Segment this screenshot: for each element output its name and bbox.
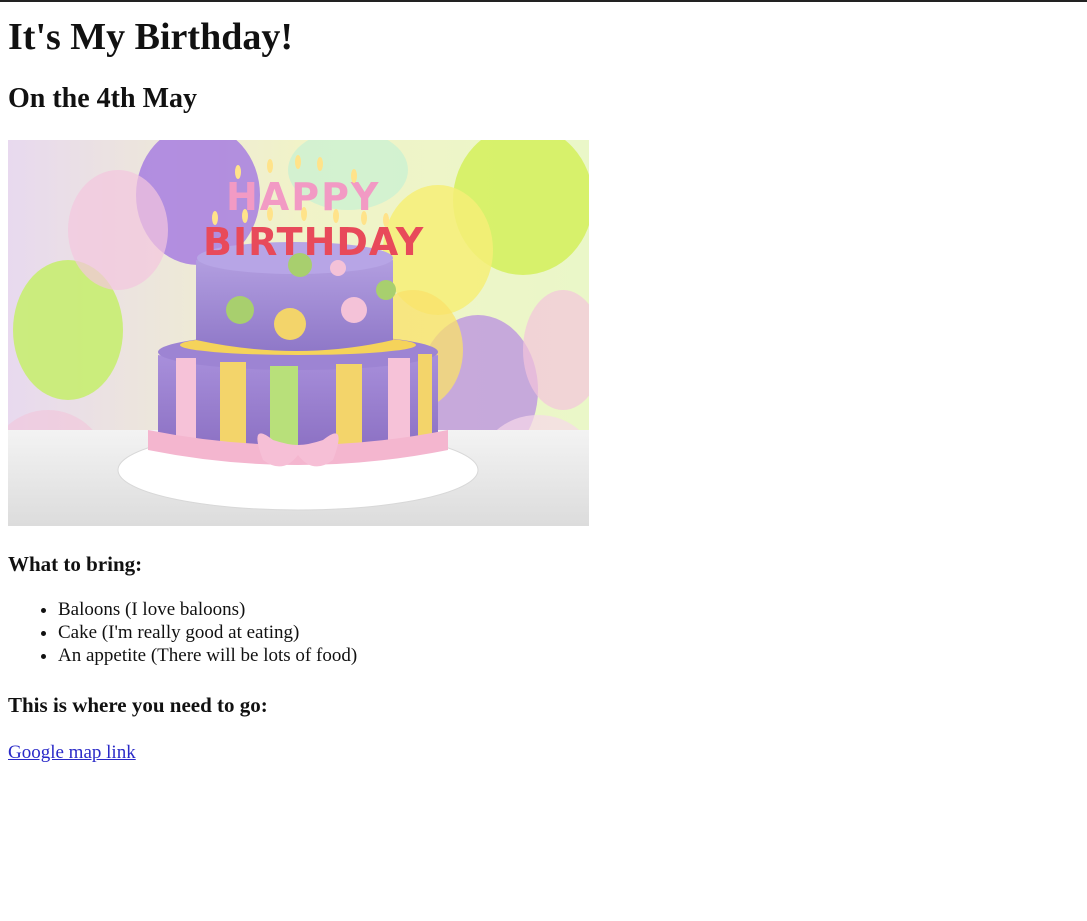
party-date: On the 4th May [8, 83, 197, 114]
page-title: It's My Birthday! [8, 16, 293, 58]
list-item: Baloons (I love baloons) [58, 598, 1079, 621]
bring-list: Baloons (I love baloons) Cake (I'm reall… [8, 598, 1079, 667]
bring-heading: What to bring: [8, 552, 143, 576]
list-item: Cake (I'm really good at eating) [58, 621, 1079, 644]
google-map-link[interactable]: Google map link [8, 741, 136, 764]
list-item: An appetite (There will be lots of food) [58, 644, 1079, 667]
location-heading: This is where you need to go: [8, 693, 268, 717]
birthday-cake-image: HAPPY BIRTHDAY [8, 140, 589, 526]
svg-text:BIRTHDAY: BIRTHDAY [203, 220, 424, 264]
page-content: It's My Birthday! On the 4th May HAPPY B… [0, 14, 1087, 764]
